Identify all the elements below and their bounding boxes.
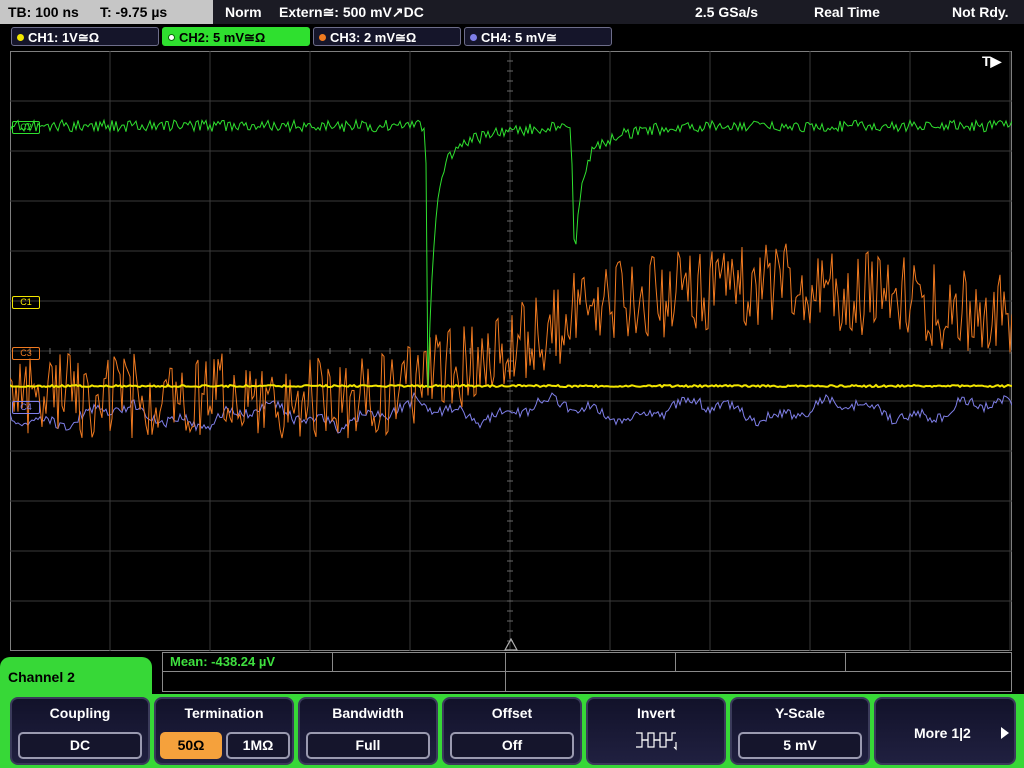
coupling-softkey[interactable]: Coupling DC xyxy=(10,697,150,765)
ch2-dot-icon xyxy=(168,34,175,41)
menu-title: Channel 2 xyxy=(8,669,75,685)
bandwidth-softkey[interactable]: Bandwidth Full xyxy=(298,697,438,765)
invert-label: Invert xyxy=(636,705,676,721)
ch2-offset-marker[interactable]: C2 xyxy=(12,121,40,134)
ch1-dot-icon xyxy=(17,34,24,41)
chevron-right-icon xyxy=(1001,727,1009,739)
tab-ch3[interactable]: CH3: 2 mV≅Ω xyxy=(313,27,461,46)
trigger-horizontal-marker-icon[interactable] xyxy=(504,638,518,652)
termination-1-megaohm[interactable]: 1MΩ xyxy=(226,732,290,759)
divider xyxy=(505,652,506,692)
coupling-label: Coupling xyxy=(49,705,111,721)
rising-edge-icon: ↗ xyxy=(391,4,404,20)
trigger-time-readout: T: -9.75 µs xyxy=(100,4,168,20)
ch4-dot-icon xyxy=(470,34,477,41)
coupling-value[interactable]: DC xyxy=(18,732,142,759)
timebase-box[interactable]: TB: 100 ns T: -9.75 µs xyxy=(0,0,213,24)
invert-softkey[interactable]: Invert xyxy=(586,697,726,765)
sample-rate: 2.5 GSa/s xyxy=(695,4,759,20)
ch3-trace xyxy=(10,243,1012,439)
y-scale-label: Y-Scale xyxy=(775,705,825,721)
divider xyxy=(675,652,676,672)
ch4-offset-marker[interactable]: C4 xyxy=(12,401,40,414)
more-softkey[interactable]: More 1|2 xyxy=(874,697,1016,765)
termination-50-ohm[interactable]: 50Ω xyxy=(160,732,222,759)
termination-softkey[interactable]: Termination 50Ω 1MΩ xyxy=(154,697,294,765)
termination-label: Termination xyxy=(184,705,264,721)
divider xyxy=(845,652,846,672)
tab-ch1[interactable]: CH1: 1V≅Ω xyxy=(11,27,159,46)
tab-ch2[interactable]: CH2: 5 mV≅Ω xyxy=(162,27,310,46)
y-scale-softkey[interactable]: Y-Scale 5 mV xyxy=(730,697,870,765)
offset-label: Offset xyxy=(491,705,533,721)
run-state: Not Rdy. xyxy=(952,4,1009,20)
menu-title-tab: Channel 2 xyxy=(0,657,152,697)
measurement-row xyxy=(162,652,1012,672)
waveform-display xyxy=(10,51,1012,651)
ch3-offset-marker[interactable]: C3 xyxy=(12,347,40,360)
trigger-source[interactable]: Extern≅: 500 mV↗DC xyxy=(279,0,424,24)
more-label: More 1|2 xyxy=(914,725,971,741)
trigger-position-marker[interactable]: T▶ xyxy=(982,53,1001,70)
offset-softkey[interactable]: Offset Off xyxy=(442,697,582,765)
acquisition-mode: Real Time xyxy=(814,4,880,20)
ch1-offset-marker[interactable]: C1 xyxy=(12,296,40,309)
ch3-dot-icon xyxy=(319,34,326,41)
offset-value[interactable]: Off xyxy=(450,732,574,759)
mean-measurement[interactable]: Mean: -438.24 µV xyxy=(170,654,275,669)
bandwidth-label: Bandwidth xyxy=(332,705,404,721)
ch1-trace xyxy=(10,383,1012,389)
divider xyxy=(332,652,333,672)
timebase-readout: TB: 100 ns xyxy=(8,4,79,20)
invert-wave-icon xyxy=(636,732,677,751)
y-scale-value[interactable]: 5 mV xyxy=(738,732,862,759)
tab-ch4[interactable]: CH4: 5 mV≅ xyxy=(464,27,612,46)
trigger-mode[interactable]: Norm xyxy=(225,0,262,24)
bandwidth-value[interactable]: Full xyxy=(306,732,430,759)
